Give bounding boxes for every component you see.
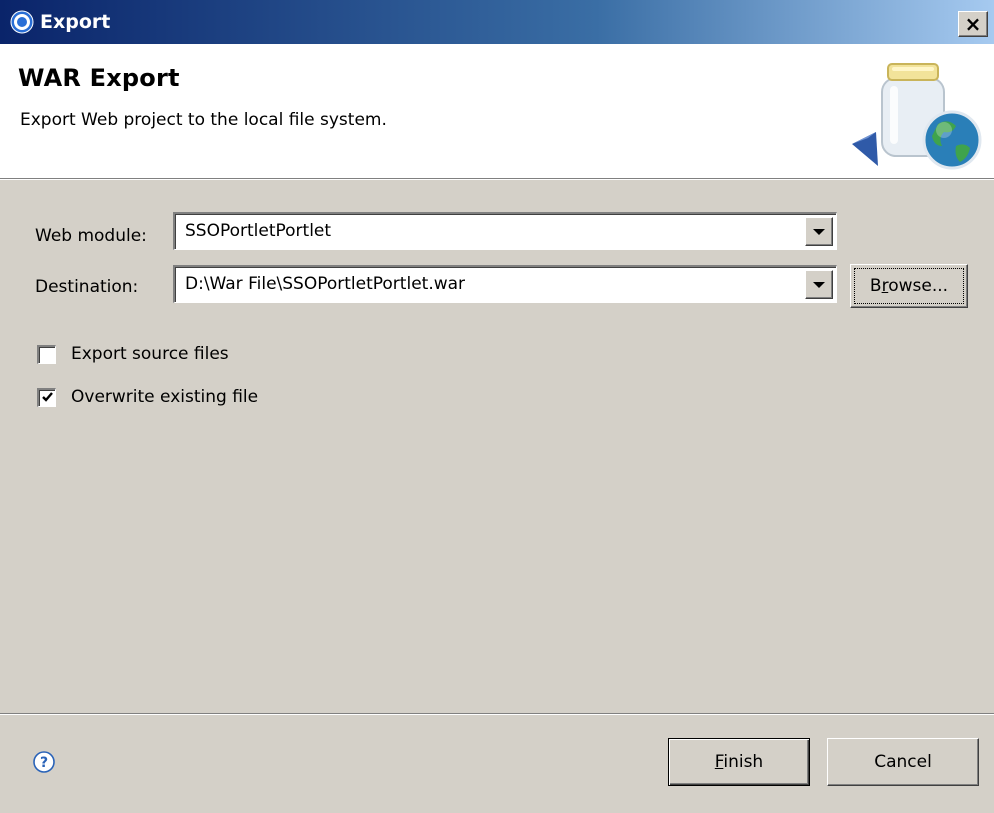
svg-text:?: ? [40,755,48,771]
overwrite-existing-file-checkbox[interactable] [37,387,56,407]
header-separator [0,178,994,180]
browse-button[interactable]: Browse... [850,264,968,308]
web-module-value: SSOPortletPortlet [185,221,332,241]
chevron-down-icon[interactable] [805,217,833,246]
eclipse-icon [10,10,34,34]
close-button[interactable]: × [958,11,988,37]
destination-value: D:\War File\SSOPortletPortlet.war [185,274,466,294]
export-dialog: Export × WAR Export Export Web project t… [0,0,994,813]
help-icon[interactable]: ? [33,751,55,773]
export-source-files-checkbox[interactable] [37,344,56,364]
finish-label: Finish [714,752,764,772]
close-icon: × [964,12,982,36]
page-description: Export Web project to the local file sys… [20,110,387,130]
overwrite-existing-file-option[interactable]: Overwrite existing file [37,385,258,409]
web-module-label: Web module: [35,226,147,246]
checkmark-icon [41,392,53,402]
war-export-jar-globe-icon [852,63,982,170]
header-banner: WAR Export Export Web project to the loc… [0,44,994,178]
cancel-button[interactable]: Cancel [827,738,979,786]
browse-label: Browse... [869,276,949,296]
export-source-files-label: Export source files [71,344,229,364]
destination-combo[interactable]: D:\War File\SSOPortletPortlet.war [173,265,837,303]
web-module-combo[interactable]: SSOPortletPortlet [173,212,837,250]
chevron-down-icon[interactable] [805,270,833,299]
page-title: WAR Export [18,64,180,92]
footer-separator [0,713,994,715]
destination-label: Destination: [35,277,139,297]
export-source-files-option[interactable]: Export source files [37,342,229,366]
title-bar[interactable]: Export × [0,0,994,44]
finish-button[interactable]: Finish [668,738,810,786]
window-title: Export [40,11,111,33]
overwrite-existing-file-label: Overwrite existing file [71,387,259,407]
